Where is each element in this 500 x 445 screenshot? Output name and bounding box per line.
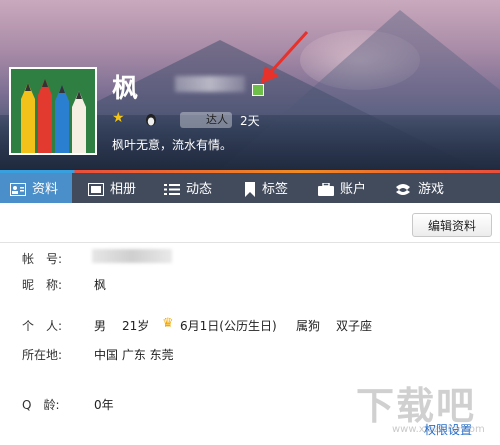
feed-list-icon — [164, 184, 180, 195]
gender-value: 男 — [94, 319, 107, 333]
tab-label: 游戏 — [418, 182, 445, 197]
tab-tags[interactable]: 标签 — [244, 173, 288, 206]
profile-card-icon — [10, 183, 26, 196]
age-value: 21岁 — [122, 319, 150, 333]
tab-games[interactable]: 游戏 — [394, 173, 444, 206]
personal-label: 个 人: — [22, 319, 63, 333]
permission-settings-link[interactable]: 权限设置 — [424, 421, 472, 438]
level-badge[interactable]: 达人 — [180, 112, 232, 128]
star-level-icon[interactable]: ★ — [112, 110, 125, 130]
profile-name: 枫 — [112, 74, 139, 104]
briefcase-icon — [318, 183, 334, 196]
blurred-account-number — [175, 76, 245, 92]
game-icon — [396, 183, 410, 195]
zodiac-value: 属狗 — [296, 319, 321, 333]
crown-icon: ♛ — [162, 316, 174, 331]
account-label: 帐 号: — [22, 252, 63, 266]
tab-label: 标签 — [262, 182, 289, 197]
pencils-avatar-image — [11, 69, 95, 153]
nickname-value: 枫 — [94, 278, 107, 292]
tab-label: 动态 — [186, 182, 213, 197]
active-days: 2天 — [240, 114, 260, 128]
qage-label: Q 龄: — [22, 398, 60, 412]
annotation-arrow-icon — [261, 30, 309, 84]
level-badge-label: 达人 — [206, 113, 228, 126]
tab-account[interactable]: 账户 — [318, 173, 366, 206]
birthday-value: 6月1日(公历生日) — [180, 319, 277, 333]
tab-album[interactable]: 相册 — [88, 173, 136, 206]
photo-album-icon — [88, 183, 104, 196]
profile-banner: 枫 ★ 达人 2天 枫叶无意，流水有情。 — [0, 0, 500, 170]
bookmark-icon — [245, 182, 255, 197]
location-label: 所在地: — [22, 348, 63, 362]
profile-motto: 枫叶无意，流水有情。 — [112, 138, 233, 152]
watermark-logo: 下载吧 — [356, 384, 477, 428]
tab-label: 相册 — [110, 182, 137, 197]
tab-label: 资料 — [32, 182, 59, 197]
qage-value: 0年 — [94, 398, 114, 412]
profile-tab-bar: 资料 相册 动态 标签 账户 游戏 — [0, 170, 500, 212]
divider — [0, 242, 500, 243]
location-value: 中国 广东 东莞 — [94, 348, 174, 362]
constellation-value: 双子座 — [336, 319, 373, 333]
blurred-account-value — [92, 249, 172, 263]
qq-penguin-icon[interactable] — [144, 113, 158, 127]
tab-feed[interactable]: 动态 — [164, 173, 212, 206]
nickname-label: 昵 称: — [22, 278, 63, 292]
tab-profile[interactable]: 资料 — [0, 173, 72, 212]
edit-profile-button[interactable]: 编辑资料 — [412, 213, 492, 237]
avatar[interactable] — [9, 67, 97, 155]
tab-label: 账户 — [340, 182, 367, 197]
